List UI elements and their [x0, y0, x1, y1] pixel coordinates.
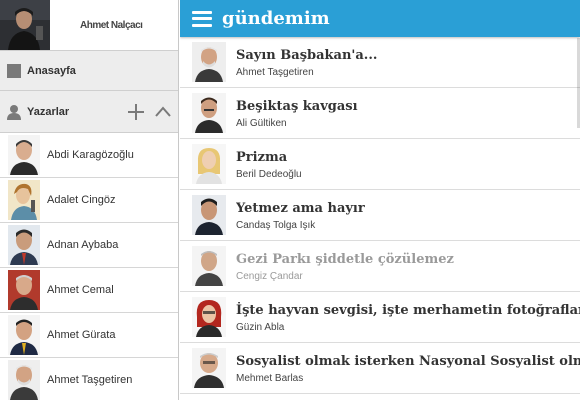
author-item[interactable]: Ahmet Gürata — [0, 313, 178, 358]
add-author-button[interactable] — [124, 100, 148, 124]
article-author-avatar — [192, 297, 226, 337]
article-author: Ahmet Taşgetiren — [236, 66, 314, 78]
author-avatar — [8, 135, 40, 175]
article-author: Güzin Abla — [236, 321, 285, 333]
author-item[interactable]: Adnan Aybaba — [0, 223, 178, 268]
author-avatar — [8, 360, 40, 400]
author-avatar — [8, 225, 40, 265]
article-title: İşte hayvan sevgisi, işte merhametin fot… — [236, 302, 580, 318]
article-text: Sosyalist olmak isterken Nasyonal Sosyal… — [236, 353, 580, 384]
article-title: Prizma — [236, 149, 288, 165]
authors-section-header[interactable]: Yazarlar — [0, 91, 178, 133]
article-text: Beşiktaş kavgası Ali Gültiken — [236, 98, 358, 129]
article-title: Yetmez ama hayır — [236, 200, 365, 216]
article-item[interactable]: Prizma Beril Dedeoğlu — [180, 139, 580, 190]
author-name: Abdi Karagözoğlu — [47, 149, 134, 161]
article-item[interactable]: Beşiktaş kavgası Ali Gültiken — [180, 88, 580, 139]
author-name: Ahmet Taşgetiren — [47, 374, 133, 386]
author-avatar — [8, 315, 40, 355]
article-author: Cengiz Çandar — [236, 270, 303, 282]
authors-section-label: Yazarlar — [27, 105, 70, 118]
article-author: Beril Dedeoğlu — [236, 168, 302, 180]
article-author: Mehmet Barlas — [236, 372, 304, 384]
nav-home[interactable]: Anasayfa — [0, 51, 178, 91]
author-avatar — [8, 270, 40, 310]
author-item[interactable]: Ahmet Taşgetiren — [0, 358, 178, 400]
author-item[interactable]: Abdi Karagözoğlu — [0, 133, 178, 178]
article-text: Prizma Beril Dedeoğlu — [236, 149, 302, 180]
collapse-authors-button[interactable] — [151, 100, 175, 124]
author-avatar — [8, 180, 40, 220]
main-panel: gündemim Sayın Başbakan'a... Ahmet Taşge… — [180, 0, 580, 400]
article-text: Sayın Başbakan'a... Ahmet Taşgetiren — [236, 47, 377, 78]
article-text: Yetmez ama hayır Candaş Tolga Işık — [236, 200, 365, 231]
author-name: Ahmet Cemal — [47, 284, 114, 296]
article-author-avatar — [192, 348, 226, 388]
chevron-up-icon — [155, 105, 171, 117]
article-item[interactable]: Gezi Parkı şiddetle çözülemez Cengiz Çan… — [180, 241, 580, 292]
app-bar: gündemim — [180, 0, 580, 37]
menu-icon[interactable] — [192, 10, 212, 27]
author-list: Abdi Karagözoğlu Adalet Cingöz Adnan Ayb… — [0, 133, 178, 400]
article-author: Ali Gültiken — [236, 117, 287, 129]
profile-name: Ahmet Nalçacı — [80, 19, 143, 31]
article-item[interactable]: Sayın Başbakan'a... Ahmet Taşgetiren — [180, 37, 580, 88]
article-author-avatar — [192, 195, 226, 235]
author-item[interactable]: Adalet Cingöz — [0, 178, 178, 223]
article-author-avatar — [192, 144, 226, 184]
author-item[interactable]: Ahmet Cemal — [0, 268, 178, 313]
article-title: Sayın Başbakan'a... — [236, 47, 378, 63]
sidebar: Ahmet Nalçacı Anasayfa Yazarlar Abdi Kar… — [0, 0, 179, 400]
article-list: Sayın Başbakan'a... Ahmet Taşgetiren Beş… — [180, 37, 580, 394]
author-name: Adnan Aybaba — [47, 239, 119, 251]
profile-photo — [0, 0, 50, 50]
home-icon — [7, 63, 21, 78]
article-author-avatar — [192, 246, 226, 286]
article-author: Candaş Tolga Işık — [236, 219, 316, 231]
app-title: gündemim — [222, 8, 330, 29]
article-item[interactable]: İşte hayvan sevgisi, işte merhametin fot… — [180, 292, 580, 343]
article-item[interactable]: Sosyalist olmak isterken Nasyonal Sosyal… — [180, 343, 580, 394]
person-icon — [7, 104, 21, 120]
article-author-avatar — [192, 93, 226, 133]
article-title: Beşiktaş kavgası — [236, 98, 358, 114]
article-text: İşte hayvan sevgisi, işte merhametin fot… — [236, 302, 580, 333]
plus-icon — [128, 103, 144, 120]
article-title: Gezi Parkı şiddetle çözülemez — [236, 251, 454, 267]
article-item[interactable]: Yetmez ama hayır Candaş Tolga Işık — [180, 190, 580, 241]
profile-header[interactable]: Ahmet Nalçacı — [0, 0, 178, 51]
article-author-avatar — [192, 42, 226, 82]
nav-home-label: Anasayfa — [27, 64, 76, 77]
author-name: Adalet Cingöz — [47, 194, 116, 206]
author-name: Ahmet Gürata — [47, 329, 116, 341]
article-text: Gezi Parkı şiddetle çözülemez Cengiz Çan… — [236, 251, 454, 282]
article-title: Sosyalist olmak isterken Nasyonal Sosyal… — [236, 353, 580, 369]
